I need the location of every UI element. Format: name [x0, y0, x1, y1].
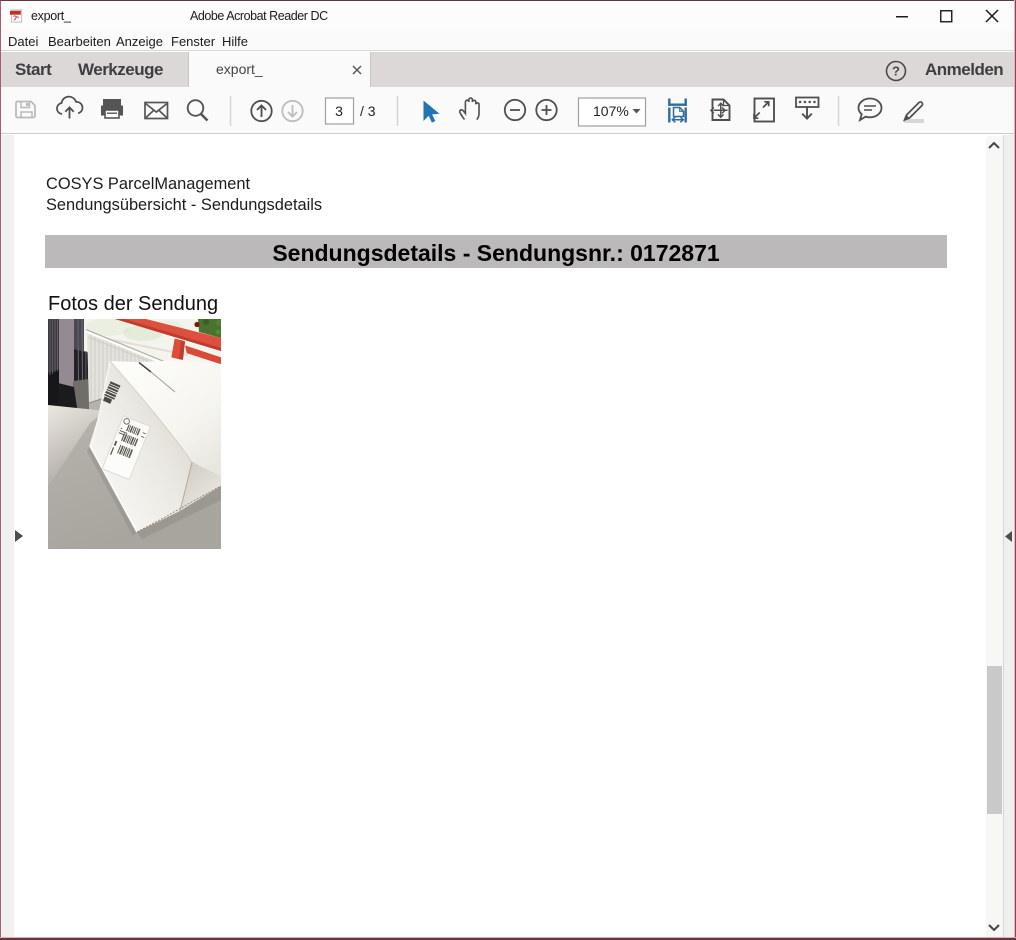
svg-text:?: ?	[892, 64, 900, 79]
svg-text:107%: 107%	[593, 103, 629, 119]
svg-text:3: 3	[335, 103, 343, 119]
svg-text:/ 3: / 3	[360, 103, 376, 119]
